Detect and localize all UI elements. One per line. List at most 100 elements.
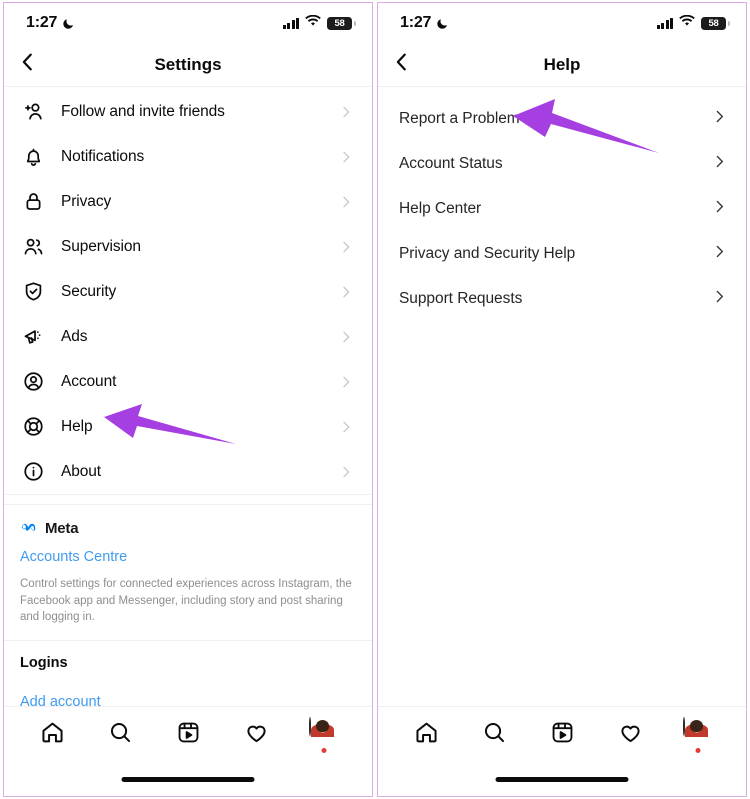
tab-profile[interactable] (676, 713, 720, 757)
status-bar-right: 58 (656, 14, 730, 32)
meta-accounts-centre-block: Meta Accounts Centre Control settings fo… (4, 505, 372, 640)
tab-bar-items (378, 707, 746, 763)
sidebar-item-label: Supervision (61, 237, 141, 255)
status-time: 1:27 (400, 14, 432, 31)
sidebar-item-label: Ads (61, 327, 88, 345)
status-time: 1:27 (26, 14, 58, 31)
heart-icon (618, 720, 643, 750)
list-item-privacy-and-security-help[interactable]: Privacy and Security Help (378, 231, 746, 276)
logins-heading: Logins (20, 655, 68, 672)
settings-screen: 1:27 58 Settings Follow and invite frien… (3, 2, 373, 797)
battery-indicator: 58 (701, 16, 730, 30)
reels-icon (550, 720, 575, 750)
screenshot-root: 1:27 58 Settings Follow and invite frien… (0, 0, 750, 799)
list-item-account-status[interactable]: Account Status (378, 141, 746, 186)
heart-icon (244, 720, 269, 750)
home-icon (40, 720, 65, 750)
list-item-report-a-problem[interactable]: Report a Problem (378, 96, 746, 141)
reels-icon (176, 720, 201, 750)
tab-reels[interactable] (166, 713, 210, 757)
status-bar-left: 1:27 (400, 14, 449, 32)
help-list: Report a Problem Account Status Help Cen… (378, 87, 746, 321)
tab-profile[interactable] (302, 713, 346, 757)
list-item-support-requests[interactable]: Support Requests (378, 276, 746, 321)
list-item-label: Help Center (399, 199, 482, 217)
chevron-left-icon (17, 51, 39, 78)
sidebar-item-privacy[interactable]: Privacy (4, 179, 372, 224)
status-badge (321, 748, 327, 753)
chevron-right-icon (338, 104, 354, 120)
sidebar-item-supervision[interactable]: Supervision (4, 224, 372, 269)
meta-brand-label: Meta (45, 519, 79, 537)
cellular-signal-icon (656, 17, 673, 29)
chevron-right-icon (338, 284, 354, 300)
list-item-label: Support Requests (399, 289, 523, 307)
tab-bar (4, 706, 372, 796)
sidebar-item-security[interactable]: Security (4, 269, 372, 314)
sidebar-item-help[interactable]: Help (4, 404, 372, 449)
chevron-right-icon (338, 149, 354, 165)
sidebar-item-follow-and-invite-friends[interactable]: Follow and invite friends (4, 89, 372, 134)
page-title: Help (543, 54, 581, 74)
tab-reels[interactable] (540, 713, 584, 757)
sidebar-item-ads[interactable]: Ads (4, 314, 372, 359)
search-icon (482, 720, 507, 750)
status-bar-left: 1:27 (26, 14, 75, 32)
accounts-centre-description: Control settings for connected experienc… (20, 578, 352, 624)
home-indicator (495, 777, 629, 782)
person-circle-icon (19, 368, 47, 396)
sidebar-item-label: Notifications (61, 147, 145, 165)
chevron-right-icon (711, 198, 728, 220)
chevron-right-icon (711, 243, 728, 265)
avatar (683, 717, 708, 737)
status-bar: 1:27 58 (378, 3, 746, 43)
accounts-centre-link[interactable]: Accounts Centre (20, 549, 356, 565)
info-circle-icon (19, 458, 47, 486)
avatar (309, 717, 334, 737)
chevron-right-icon (711, 288, 728, 310)
tab-search[interactable] (98, 713, 142, 757)
section-divider (4, 494, 372, 505)
sidebar-item-label: Follow and invite friends (61, 102, 225, 120)
bell-icon (19, 143, 47, 171)
help-nav-bar: Help (378, 43, 746, 87)
back-button[interactable] (15, 52, 41, 78)
chevron-right-icon (338, 374, 354, 390)
list-item-label: Account Status (399, 154, 503, 172)
megaphone-icon (19, 323, 47, 351)
wifi-icon (679, 14, 695, 32)
tab-activity[interactable] (234, 713, 278, 757)
sidebar-item-label: Help (61, 417, 93, 435)
settings-list: Follow and invite friends Notifications (4, 87, 372, 494)
meta-infinity-icon (20, 519, 40, 537)
profile-avatar-icon (309, 717, 339, 753)
tab-activity[interactable] (608, 713, 652, 757)
sidebar-item-notifications[interactable]: Notifications (4, 134, 372, 179)
meta-brand-row: Meta (20, 519, 356, 537)
settings-nav-bar: Settings (4, 43, 372, 87)
list-item-help-center[interactable]: Help Center (378, 186, 746, 231)
chevron-right-icon (338, 464, 354, 480)
status-bar: 1:27 58 (4, 3, 372, 43)
wifi-icon (305, 14, 321, 32)
sidebar-item-label: Security (61, 282, 117, 300)
lifebuoy-icon (19, 413, 47, 441)
crescent-moon-icon (62, 17, 75, 30)
sidebar-item-account[interactable]: Account (4, 359, 372, 404)
back-button[interactable] (389, 52, 415, 78)
people-icon (19, 233, 47, 261)
list-item-label: Report a Problem (399, 109, 520, 127)
tab-home[interactable] (404, 713, 448, 757)
tab-search[interactable] (472, 713, 516, 757)
tab-bar-items (4, 707, 372, 763)
help-screen: 1:27 58 Help Report a Problem Account St… (377, 2, 747, 797)
tab-home[interactable] (30, 713, 74, 757)
chevron-right-icon (338, 239, 354, 255)
sidebar-item-about[interactable]: About (4, 449, 372, 494)
status-badge (695, 748, 701, 753)
add-person-icon (19, 98, 47, 126)
chevron-right-icon (338, 194, 354, 210)
tab-bar (378, 706, 746, 796)
shield-check-icon (19, 278, 47, 306)
profile-avatar-icon (683, 717, 713, 753)
